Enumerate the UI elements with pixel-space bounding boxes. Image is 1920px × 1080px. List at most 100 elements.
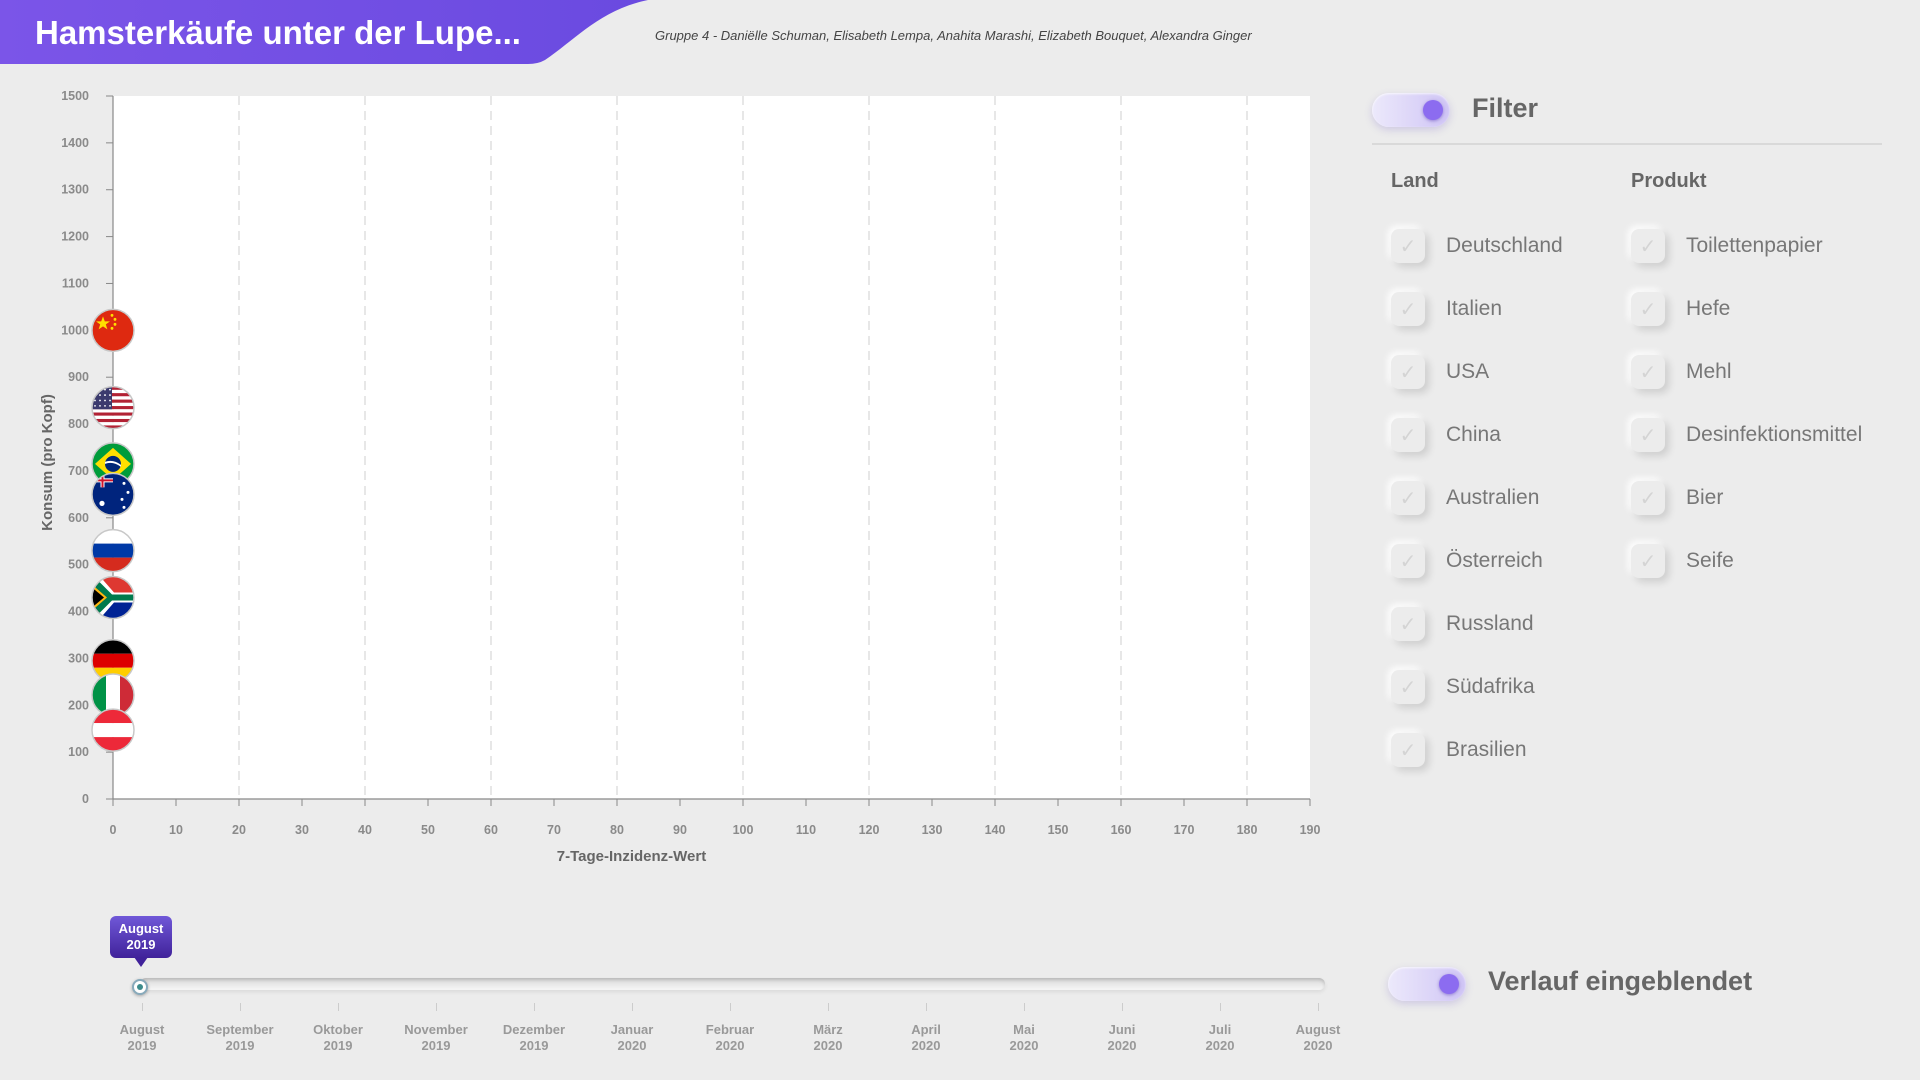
- country-label: Brasilien: [1446, 738, 1527, 761]
- timeline-month-label[interactable]: November 2019: [386, 1022, 486, 1054]
- country-label: Italien: [1446, 297, 1503, 320]
- x-tick-label: 190: [1300, 823, 1321, 837]
- header-banner: Hamsterkäufe unter der Lupe...: [0, 0, 660, 66]
- timeline-month-label[interactable]: August 2020: [1268, 1022, 1368, 1054]
- check-icon: ✓: [1399, 549, 1417, 573]
- timeline-month-label[interactable]: Juli 2020: [1170, 1022, 1270, 1054]
- y-tick-label: 1400: [61, 136, 89, 150]
- filter-toggle[interactable]: [1372, 93, 1450, 127]
- product-checkbox-item[interactable]: ✓ Hefe: [1631, 289, 1730, 329]
- country-label: Südafrika: [1446, 675, 1535, 698]
- timeline-tooltip: August 2019: [110, 916, 172, 967]
- timeline-handle[interactable]: [132, 979, 148, 995]
- plot-background: [113, 96, 1310, 799]
- country-label: Deutschland: [1446, 234, 1563, 257]
- checkbox[interactable]: ✓: [1631, 292, 1665, 326]
- verlauf-label: Verlauf eingeblendet: [1488, 966, 1753, 996]
- authors-text: Gruppe 4 - Daniëlle Schuman, Elisabeth L…: [655, 28, 1252, 43]
- timeline-month-label[interactable]: September 2019: [190, 1022, 290, 1054]
- product-checkbox-item[interactable]: ✓ Bier: [1631, 478, 1723, 518]
- timeline-month-label[interactable]: August 2019: [92, 1022, 192, 1054]
- russia-flag[interactable]: [91, 528, 135, 573]
- filter-divider: [1372, 143, 1882, 145]
- timeline-tick: [240, 1003, 241, 1011]
- y-tick-label: 200: [68, 698, 89, 712]
- y-tick-label: 100: [68, 745, 89, 759]
- product-label: Toilettenpapier: [1686, 234, 1823, 257]
- country-label: USA: [1446, 360, 1490, 383]
- x-tick-label: 130: [922, 823, 943, 837]
- produkt-column-title: Produkt: [1631, 170, 1707, 192]
- checkbox[interactable]: ✓: [1391, 607, 1425, 641]
- country-checkbox-item[interactable]: ✓ Deutschland: [1391, 226, 1563, 266]
- checkbox[interactable]: ✓: [1631, 418, 1665, 452]
- product-checkbox-item[interactable]: ✓ Seife: [1631, 541, 1734, 581]
- timeline-track[interactable]: [140, 978, 1325, 990]
- country-checkbox-item[interactable]: ✓ Südafrika: [1391, 667, 1535, 707]
- timeline-month-label[interactable]: Oktober 2019: [288, 1022, 388, 1054]
- product-checkbox-item[interactable]: ✓ Toilettenpapier: [1631, 226, 1823, 266]
- timeline-month-label[interactable]: Februar 2020: [680, 1022, 780, 1054]
- app-title: Hamsterkäufe unter der Lupe...: [35, 14, 521, 51]
- check-icon: ✓: [1639, 297, 1657, 321]
- timeline-tick: [1318, 1003, 1319, 1011]
- x-tick-label: 160: [1111, 823, 1132, 837]
- timeline-month-label[interactable]: März 2020: [778, 1022, 878, 1054]
- y-tick-label: 500: [68, 558, 89, 572]
- checkbox[interactable]: ✓: [1391, 418, 1425, 452]
- check-icon: ✓: [1639, 234, 1657, 258]
- country-checkbox-item[interactable]: ✓ Russland: [1391, 604, 1534, 644]
- country-checkbox-item[interactable]: ✓ Österreich: [1391, 541, 1543, 581]
- x-tick-label: 60: [484, 823, 498, 837]
- country-label: Russland: [1446, 612, 1534, 635]
- checkbox[interactable]: ✓: [1391, 292, 1425, 326]
- checkbox[interactable]: ✓: [1631, 481, 1665, 515]
- x-tick-label: 70: [547, 823, 561, 837]
- timeline-month-label[interactable]: Dezember 2019: [484, 1022, 584, 1054]
- country-checkbox-item[interactable]: ✓ Italien: [1391, 289, 1502, 329]
- product-checkbox-item[interactable]: ✓ Mehl: [1631, 352, 1732, 392]
- timeline-month-label[interactable]: Mai 2020: [974, 1022, 1074, 1054]
- timeline-month-label[interactable]: Januar 2020: [582, 1022, 682, 1054]
- checkbox[interactable]: ✓: [1631, 229, 1665, 263]
- country-label: Australien: [1446, 486, 1540, 509]
- scatter-chart: 0 10 20 30 40 50 60 70 80 90 100 110 120 130 140 150 160…: [39, 89, 1321, 865]
- checkbox[interactable]: ✓: [1391, 355, 1425, 389]
- y-tick-label: 1500: [61, 89, 89, 103]
- x-axis-title: 7-Tage-Inzidenz-Wert: [557, 848, 706, 865]
- usa-flag[interactable]: [91, 385, 135, 430]
- x-tick-label: 0: [110, 823, 117, 837]
- country-checkbox-item[interactable]: ✓ Brasilien: [1391, 730, 1527, 770]
- checkbox[interactable]: ✓: [1391, 733, 1425, 767]
- product-checkbox-item[interactable]: ✓ Desinfektionsmittel: [1631, 415, 1862, 455]
- checkbox[interactable]: ✓: [1391, 544, 1425, 578]
- checkbox[interactable]: ✓: [1391, 229, 1425, 263]
- timeline-tick: [142, 1003, 143, 1011]
- china-flag[interactable]: [91, 308, 135, 353]
- y-tick-label: 800: [68, 417, 89, 431]
- y-tick-label: 900: [68, 370, 89, 384]
- x-tick-label: 180: [1237, 823, 1258, 837]
- austria-flag[interactable]: [91, 708, 135, 752]
- timeline-month-label[interactable]: April 2020: [876, 1022, 976, 1054]
- tooltip-month: August: [118, 921, 164, 936]
- verlauf-toggle[interactable]: [1388, 967, 1466, 1001]
- south-africa-flag[interactable]: [91, 575, 135, 620]
- x-tick-label: 110: [796, 823, 816, 837]
- x-tick-label: 90: [673, 823, 687, 837]
- checkbox[interactable]: ✓: [1391, 670, 1425, 704]
- x-tick-label: 120: [859, 823, 880, 837]
- checkbox[interactable]: ✓: [1631, 544, 1665, 578]
- timeline-month-label[interactable]: Juni 2020: [1072, 1022, 1172, 1054]
- country-checkbox-item[interactable]: ✓ China: [1391, 415, 1501, 455]
- australia-flag[interactable]: [91, 472, 135, 517]
- y-tick-label: 600: [68, 511, 89, 525]
- country-checkbox-item[interactable]: ✓ USA: [1391, 352, 1489, 392]
- check-icon: ✓: [1639, 423, 1657, 447]
- checkbox[interactable]: ✓: [1391, 481, 1425, 515]
- checkbox[interactable]: ✓: [1631, 355, 1665, 389]
- country-checkbox-item[interactable]: ✓ Australien: [1391, 478, 1539, 518]
- y-tick-label: 400: [68, 605, 89, 619]
- x-tick-label: 50: [421, 823, 435, 837]
- x-tick-label: 100: [733, 823, 754, 837]
